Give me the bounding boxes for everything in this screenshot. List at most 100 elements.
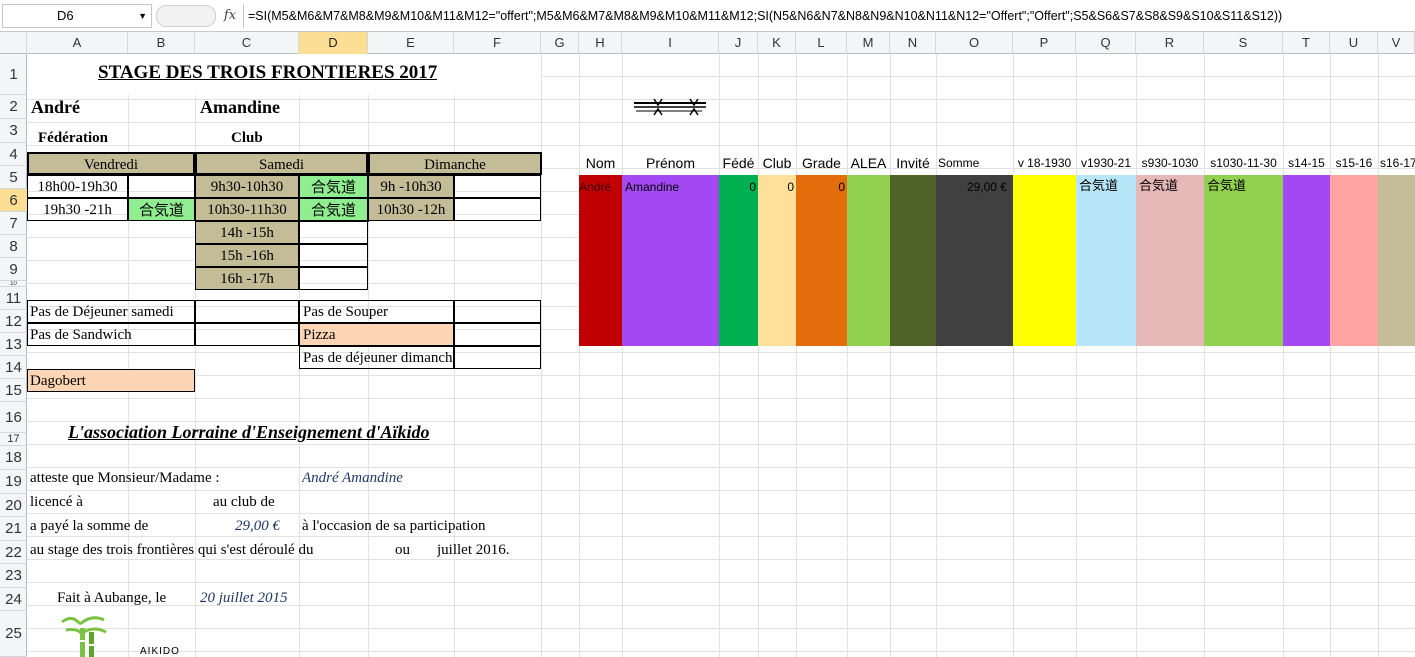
column-header[interactable]: Q	[1076, 32, 1136, 54]
slot-sat-5[interactable]: 16h -17h	[195, 267, 299, 290]
slot-sat-3-mark[interactable]	[299, 221, 368, 244]
row-header[interactable]: 16	[0, 402, 27, 433]
row-header[interactable]: 14	[0, 356, 27, 379]
table-cell-s15-16[interactable]	[1330, 175, 1378, 346]
column-header[interactable]: S	[1204, 32, 1283, 54]
table-cell-somme[interactable]: 29,00 €	[936, 175, 1013, 346]
row-header[interactable]: 6	[0, 189, 27, 212]
slot-sat-4[interactable]: 15h -16h	[195, 244, 299, 267]
row-header[interactable]: 17	[0, 433, 27, 446]
column-header[interactable]: U	[1330, 32, 1378, 54]
column-header[interactable]: T	[1283, 32, 1330, 54]
meal-no-lunch-saturday[interactable]: Pas de Déjeuner samedi	[27, 300, 195, 323]
column-header[interactable]: B	[128, 32, 195, 54]
row-header[interactable]: 13	[0, 333, 27, 356]
slot-sun-1[interactable]: 9h -10h30	[368, 175, 454, 198]
table-cell-nom[interactable]: André	[579, 175, 622, 346]
row-header[interactable]: 8	[0, 235, 27, 258]
meal-pizza-value[interactable]	[454, 323, 541, 346]
select-all-corner[interactable]	[0, 32, 27, 54]
row-header[interactable]: 12	[0, 310, 27, 333]
slot-sat-4-mark[interactable]	[299, 244, 368, 267]
row-header[interactable]: 2	[0, 95, 27, 119]
column-header[interactable]: P	[1013, 32, 1076, 54]
row-header[interactable]: 15	[0, 379, 27, 402]
column-header[interactable]: V	[1378, 32, 1415, 54]
row-header[interactable]: 18	[0, 446, 27, 470]
column-header[interactable]: L	[796, 32, 847, 54]
column-header[interactable]: N	[890, 32, 936, 54]
slot-sat-1-mark[interactable]: 合気道	[299, 175, 368, 198]
row-header[interactable]: 20	[0, 494, 27, 517]
table-header: Fédé	[722, 155, 755, 171]
row-header[interactable]: 4	[0, 143, 27, 166]
slot-fri-1[interactable]: 18h00-19h30	[27, 175, 128, 198]
table-cell-club[interactable]: 0	[758, 175, 796, 346]
chevron-down-icon[interactable]: ▼	[138, 5, 147, 27]
slot-fri-1-mark[interactable]	[128, 175, 195, 198]
row-header[interactable]: 3	[0, 119, 27, 143]
table-cell-invite[interactable]	[890, 175, 936, 346]
slot-sun-1-mark[interactable]	[454, 175, 541, 198]
slot-fri-2-mark[interactable]: 合気道	[128, 198, 195, 221]
meal-dagobert[interactable]: Dagobert	[27, 369, 195, 392]
name-box[interactable]: D6 ▼	[2, 4, 152, 28]
table-cell-v1930-21[interactable]: 合気道	[1076, 175, 1136, 346]
column-header[interactable]: G	[541, 32, 579, 54]
table-cell-fede[interactable]: 0	[719, 175, 758, 346]
row-header[interactable]: 22	[0, 541, 27, 564]
meal-no-sandwich-value[interactable]	[195, 323, 299, 346]
licence-label: licencé à	[30, 494, 83, 510]
table-cell-grade[interactable]: 0	[796, 175, 847, 346]
row-header[interactable]: 19	[0, 470, 27, 494]
association-title: L'association Lorraine d'Enseignement d'…	[68, 422, 430, 442]
slot-fri-2[interactable]: 19h30 -21h	[27, 198, 128, 221]
insert-function-icon[interactable]: fx	[218, 4, 242, 28]
meal-no-lunch-sunday-value[interactable]	[454, 346, 541, 369]
column-header[interactable]: D	[299, 32, 368, 54]
meal-no-lunch-saturday-value[interactable]	[195, 300, 299, 323]
row-header[interactable]: 23	[0, 564, 27, 588]
column-header[interactable]: H	[579, 32, 622, 54]
meal-no-sandwich[interactable]: Pas de Sandwich	[27, 323, 195, 346]
column-header[interactable]: E	[368, 32, 454, 54]
table-cell-s1030-1130[interactable]: 合気道	[1204, 175, 1283, 346]
slot-sat-2[interactable]: 10h30-11h30	[195, 198, 299, 221]
table-cell-s14-15[interactable]	[1283, 175, 1330, 346]
slot-sat-1[interactable]: 9h30-10h30	[195, 175, 299, 198]
slot-sun-2[interactable]: 10h30 -12h	[368, 198, 454, 221]
logo-text: AÏKIDO	[140, 647, 180, 657]
column-header[interactable]: K	[758, 32, 796, 54]
column-header[interactable]: F	[454, 32, 541, 54]
row-header[interactable]: 25	[0, 611, 27, 657]
row-header[interactable]: 24	[0, 588, 27, 611]
row-header[interactable]: 21	[0, 517, 27, 541]
column-header[interactable]: R	[1136, 32, 1204, 54]
row-header[interactable]: 11	[0, 287, 27, 310]
meal-no-dinner[interactable]: Pas de Souper	[299, 300, 454, 323]
meal-no-dinner-value[interactable]	[454, 300, 541, 323]
column-header[interactable]: O	[936, 32, 1013, 54]
row-header[interactable]: 7	[0, 212, 27, 235]
slot-sun-2-mark[interactable]	[454, 198, 541, 221]
row-header[interactable]: 5	[0, 166, 27, 189]
column-header[interactable]: A	[27, 32, 128, 54]
column-header[interactable]: C	[195, 32, 299, 54]
column-header[interactable]: J	[719, 32, 758, 54]
slot-sat-5-mark[interactable]	[299, 267, 368, 290]
row-header[interactable]: 1	[0, 54, 27, 95]
table-cell-alea[interactable]	[847, 175, 890, 346]
slot-sat-3[interactable]: 14h -15h	[195, 221, 299, 244]
table-cell-prenom[interactable]: Amandine	[622, 175, 719, 346]
table-cell-s930-1030[interactable]: 合気道	[1136, 175, 1204, 346]
formula-input[interactable]: =SI(M5&M6&M7&M8&M9&M10&M11&M12="offert";…	[243, 4, 1415, 28]
row-header[interactable]: 9	[0, 258, 27, 281]
table-cell-v18-1930[interactable]	[1013, 175, 1076, 346]
table-cell-s16-17[interactable]	[1378, 175, 1415, 346]
formula-bar-splitter[interactable]	[156, 5, 216, 27]
meal-pizza[interactable]: Pizza	[299, 323, 454, 346]
column-header[interactable]: M	[847, 32, 890, 54]
column-header[interactable]: I	[622, 32, 719, 54]
meal-no-lunch-sunday[interactable]: Pas de déjeuner dimanche	[299, 346, 454, 369]
attest-label: atteste que Monsieur/Madame :	[30, 470, 220, 486]
